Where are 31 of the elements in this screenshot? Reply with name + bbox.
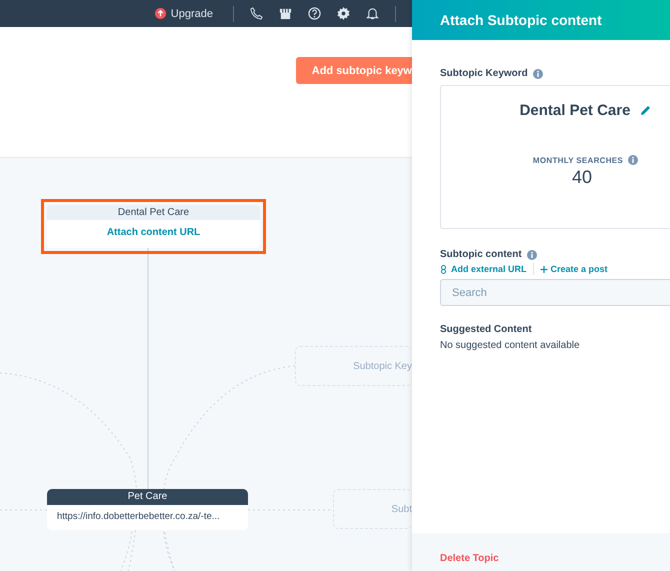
pillar-node[interactable]: Pet Care https://info.dobetterbebetter.co.za/-te... [47,489,248,530]
phone-icon[interactable] [250,7,263,20]
upgrade-link[interactable]: Upgrade [170,8,213,20]
action-link[interactable]: Create a post [540,264,608,274]
delete-topic-button[interactable]: Delete Topic [440,553,499,564]
info-icon[interactable] [628,155,638,165]
info-icon[interactable] [526,250,537,260]
info-icon[interactable] [532,68,543,78]
section-heading: Suggested Content [440,324,533,335]
store-icon[interactable] [279,7,292,20]
upgrade-icon [154,8,166,19]
field-label: Subtopic content [440,249,522,260]
help-icon[interactable] [308,7,321,20]
search-field[interactable]: Search [440,279,670,306]
empty-message: No suggested content available [440,340,581,351]
keyword-text: Dental Pet Care [520,102,630,119]
panel-title: Attach Subtopic content [412,0,670,40]
metric-value: 40 [572,167,592,188]
attach-content-link[interactable]: Attach content URL [106,227,200,238]
node-title: Pet Care [47,489,248,505]
edit-icon[interactable] [640,105,652,116]
notifications-icon[interactable] [366,7,379,20]
settings-icon[interactable] [337,7,350,20]
plus-icon [540,264,548,274]
metric-label: MONTHLY SEARCHES [532,156,624,164]
add-subtopic-button[interactable]: Add subtopic keyw [296,57,412,84]
action-link[interactable]: Add external URL [440,264,527,274]
node-url: https://info.dobetterbebetter.co.za/-te... [56,510,221,522]
link-icon [440,264,448,274]
node-title: Dental Pet Care [47,205,260,220]
field-label: Subtopic Keyword [440,68,528,79]
